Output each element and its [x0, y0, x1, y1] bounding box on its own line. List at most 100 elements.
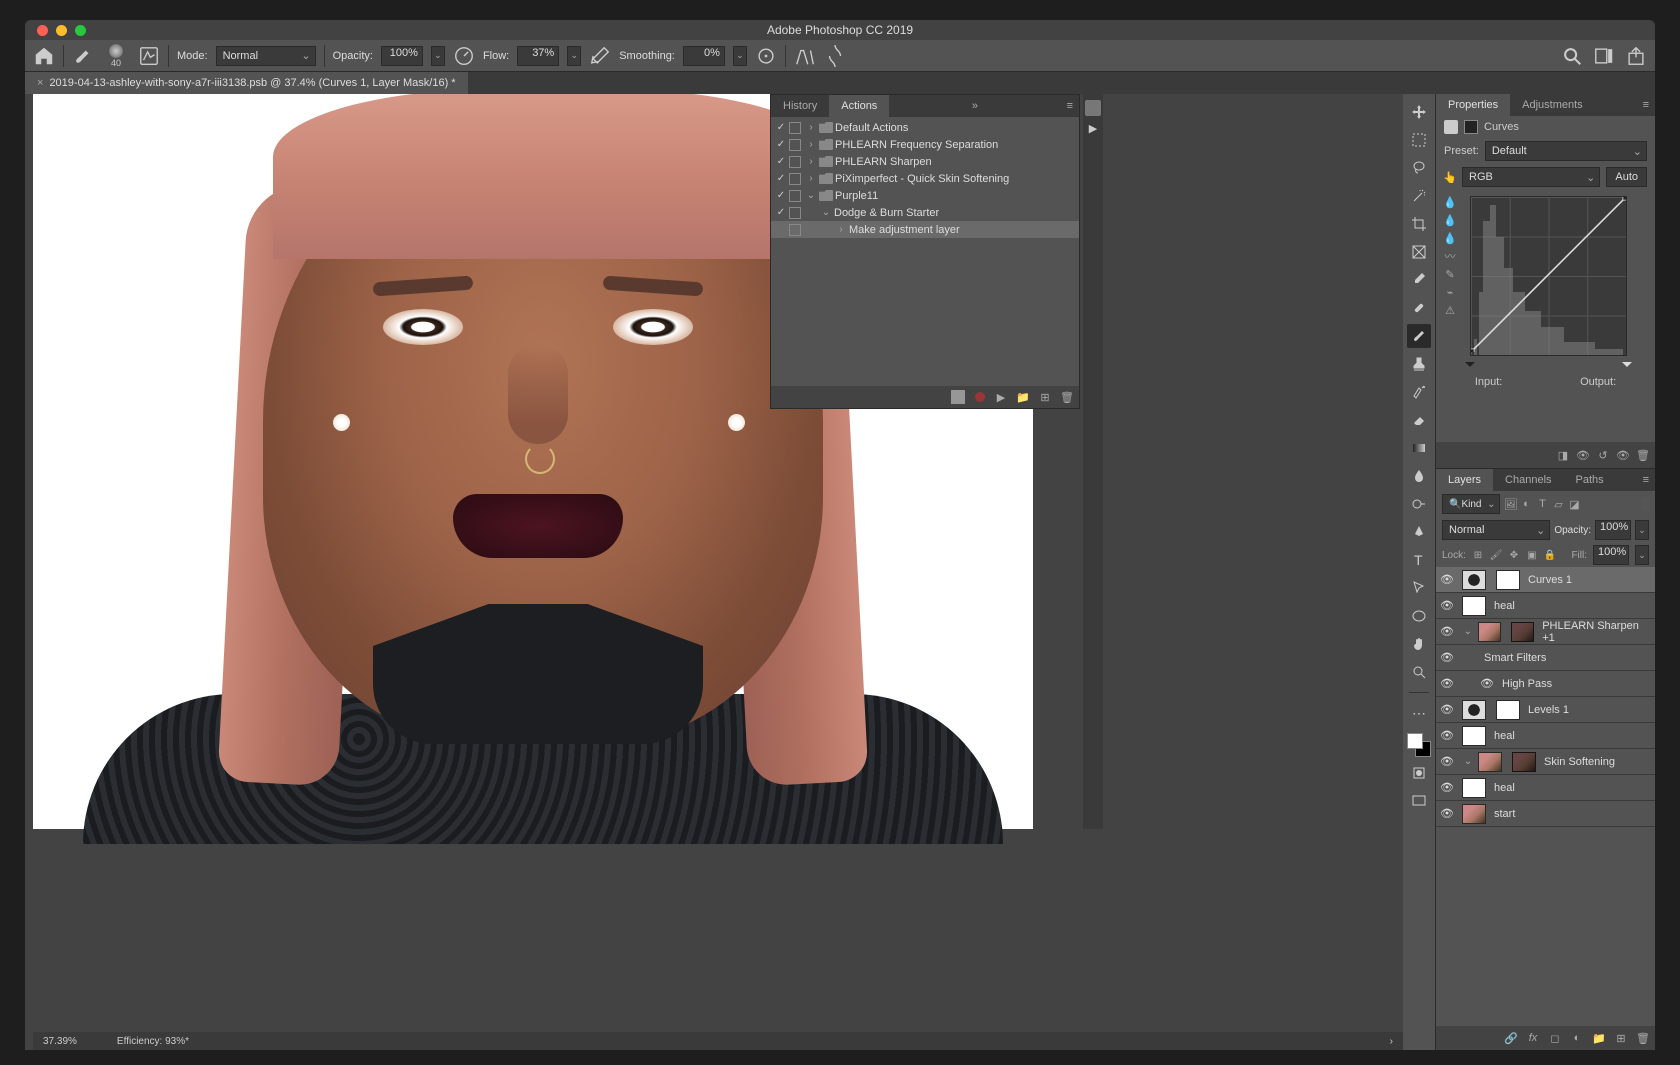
lock-position-icon[interactable]: ✥ [1508, 549, 1520, 561]
search-icon[interactable] [1561, 45, 1583, 67]
close-window[interactable] [37, 25, 48, 36]
properties-tab[interactable]: Properties [1436, 94, 1510, 116]
layer-opacity-stepper[interactable]: ⌄ [1635, 520, 1649, 540]
preset-dropdown[interactable]: Default [1485, 141, 1647, 161]
type-tool[interactable]: T [1407, 548, 1431, 572]
opacity-input[interactable]: 100% [381, 46, 423, 66]
action-new-icon[interactable]: ⊞ [1039, 391, 1051, 403]
home-icon[interactable] [33, 45, 55, 67]
status-arrow-icon[interactable]: › [1390, 1036, 1393, 1047]
canvas-area[interactable]: History Actions » ≡ ✓›Default Actions✓›P… [25, 94, 1403, 1050]
shape-tool[interactable] [1407, 604, 1431, 628]
fill-input[interactable]: 100% [1593, 545, 1629, 565]
filter-toggle[interactable] [1641, 497, 1649, 511]
edit-toolbar-icon[interactable]: ⋯ [1407, 701, 1431, 725]
action-stop-icon[interactable] [951, 390, 965, 404]
toggle-vis-icon[interactable]: 👁 [1617, 449, 1629, 461]
layer-row[interactable]: 👁⌄PHLEARN Sharpen +1 [1436, 619, 1655, 645]
frame-tool[interactable] [1407, 240, 1431, 264]
gradient-tool[interactable] [1407, 436, 1431, 460]
minimize-window[interactable] [56, 25, 67, 36]
blend-mode-dropdown[interactable]: Normal [1442, 520, 1550, 540]
new-adj-icon[interactable]: ◐ [1571, 1032, 1583, 1044]
layer-row[interactable]: 👁Curves 1 [1436, 567, 1655, 593]
healing-tool[interactable] [1407, 296, 1431, 320]
histogram-alert-icon[interactable]: ⚠ [1444, 304, 1456, 316]
layer-row[interactable]: 👁start [1436, 801, 1655, 827]
layers-menu-icon[interactable]: ≡ [1637, 474, 1655, 486]
clip-layer-icon[interactable]: ◨ [1557, 449, 1569, 461]
symmetry-icon[interactable] [824, 45, 846, 67]
white-point-slider[interactable] [1622, 362, 1632, 372]
reset-icon[interactable]: ↺ [1597, 449, 1609, 461]
path-select-tool[interactable] [1407, 576, 1431, 600]
action-record-icon[interactable] [975, 392, 985, 402]
airbrush-icon[interactable] [589, 45, 611, 67]
sample-gray-icon[interactable]: 💧 [1444, 214, 1456, 226]
lasso-tool[interactable] [1407, 156, 1431, 180]
action-row[interactable]: ✓›PHLEARN Frequency Separation [771, 136, 1079, 153]
action-row[interactable]: ✓›PiXimperfect - Quick Skin Softening [771, 170, 1079, 187]
zoom-tool[interactable] [1407, 660, 1431, 684]
props-menu-icon[interactable]: ≡ [1637, 99, 1655, 111]
panel-menu-icon[interactable]: ≡ [1061, 100, 1079, 112]
link-layers-icon[interactable]: 🔗 [1505, 1032, 1517, 1044]
action-row[interactable]: ›Make adjustment layer [771, 221, 1079, 238]
sample-white-icon[interactable]: 💧 [1444, 196, 1456, 208]
action-list[interactable]: ✓›Default Actions✓›PHLEARN Frequency Sep… [771, 117, 1079, 386]
layer-row[interactable]: 👁Smart Filters [1436, 645, 1655, 671]
maximize-window[interactable] [75, 25, 86, 36]
filter-smart-icon[interactable]: ◪ [1568, 498, 1580, 510]
pressure-size-icon[interactable] [794, 45, 816, 67]
pressure-opacity-icon[interactable] [453, 45, 475, 67]
flow-stepper[interactable]: ⌄ [567, 46, 581, 66]
targeted-adjust-icon[interactable]: 👆 [1444, 171, 1456, 183]
move-tool[interactable] [1407, 100, 1431, 124]
layer-mask-icon[interactable]: ◻ [1549, 1032, 1561, 1044]
paths-tab[interactable]: Paths [1564, 469, 1616, 491]
document-tab[interactable]: × 2019-04-13-ashley-with-sony-a7r-iii313… [25, 72, 468, 94]
eyedropper-tool[interactable] [1407, 268, 1431, 292]
pen-tool[interactable] [1407, 520, 1431, 544]
layer-row[interactable]: 👁Levels 1 [1436, 697, 1655, 723]
layer-row[interactable]: 👁👁High Pass [1436, 671, 1655, 697]
brush-tool[interactable] [1407, 324, 1431, 348]
action-row[interactable]: ✓⌄Purple11 [771, 187, 1079, 204]
props-trash-icon[interactable]: 🗑 [1637, 449, 1649, 461]
layer-row[interactable]: 👁heal [1436, 723, 1655, 749]
marquee-tool[interactable] [1407, 128, 1431, 152]
auto-button[interactable]: Auto [1606, 167, 1647, 187]
layer-row[interactable]: 👁⌄Skin Softening [1436, 749, 1655, 775]
new-layer-icon[interactable]: ⊞ [1615, 1032, 1627, 1044]
crop-tool[interactable] [1407, 212, 1431, 236]
curve-point-icon[interactable]: 〰 [1444, 250, 1456, 262]
tool-preset-picker[interactable] [72, 45, 94, 67]
mask-icon[interactable] [1464, 120, 1478, 134]
action-trash-icon[interactable]: 🗑 [1061, 391, 1073, 403]
dock-icon-1[interactable] [1085, 100, 1101, 116]
workspace-icon[interactable] [1593, 45, 1615, 67]
curves-graph[interactable] [1470, 196, 1627, 356]
brush-settings-icon[interactable] [138, 45, 160, 67]
brush-picker[interactable]: 40 [102, 42, 130, 70]
dock-play-icon[interactable]: ▶ [1085, 120, 1101, 136]
panel-collapse-icon[interactable]: » [966, 100, 984, 112]
opacity-stepper[interactable]: ⌄ [431, 46, 445, 66]
mode-dropdown[interactable]: Normal [216, 46, 316, 66]
magic-wand-tool[interactable] [1407, 184, 1431, 208]
lock-all-icon[interactable]: 🔒 [1544, 549, 1556, 561]
history-brush-tool[interactable] [1407, 380, 1431, 404]
layers-tab[interactable]: Layers [1436, 469, 1493, 491]
share-icon[interactable] [1625, 45, 1647, 67]
screen-mode-icon[interactable] [1407, 789, 1431, 813]
filter-adj-icon[interactable]: ◐ [1520, 498, 1532, 510]
curve-smooth-icon[interactable]: ⌁ [1444, 286, 1456, 298]
filter-pixel-icon[interactable]: 🖼 [1504, 498, 1516, 510]
lock-brush-icon[interactable]: 🖌 [1490, 549, 1502, 561]
hand-tool[interactable] [1407, 632, 1431, 656]
actions-tab[interactable]: Actions [829, 95, 889, 117]
layer-row[interactable]: 👁heal [1436, 775, 1655, 801]
lock-pixels-icon[interactable]: ⊞ [1472, 549, 1484, 561]
channels-tab[interactable]: Channels [1493, 469, 1563, 491]
channel-dropdown[interactable]: RGB [1462, 167, 1600, 187]
